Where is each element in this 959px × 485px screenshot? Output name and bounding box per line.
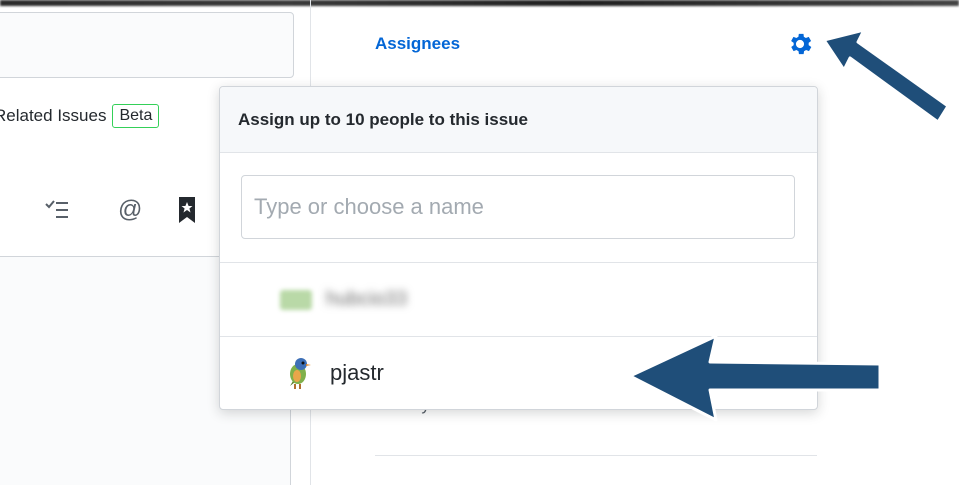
gear-icon[interactable] [786,30,814,58]
bookmark-icon[interactable] [178,196,196,224]
related-issues-row: Related Issues Beta [0,100,160,132]
assignee-option-blurred[interactable]: hubcio33 [220,263,817,337]
annotation-arrow-pjastr [628,334,882,422]
beta-badge: Beta [112,104,160,128]
dropdown-header: Assign up to 10 people to this issue [220,87,817,153]
mention-icon[interactable]: @ [118,196,142,224]
related-issues-label: Related Issues [0,106,107,125]
assignee-name: pjastr [330,360,384,385]
assignee-name: hubcio33 [326,288,408,310]
assignees-heading[interactable]: Assignees [375,34,460,54]
sidebar-separator [375,455,817,456]
bird-avatar-icon [290,358,311,389]
assignee-filter-input[interactable] [241,175,795,239]
task-list-icon[interactable] [44,198,70,222]
issue-title-input[interactable] [0,12,294,78]
top-blurred-strip [0,0,959,6]
avatar [280,289,312,310]
annotation-arrow-gear [822,28,950,124]
dropdown-filter [220,153,817,263]
